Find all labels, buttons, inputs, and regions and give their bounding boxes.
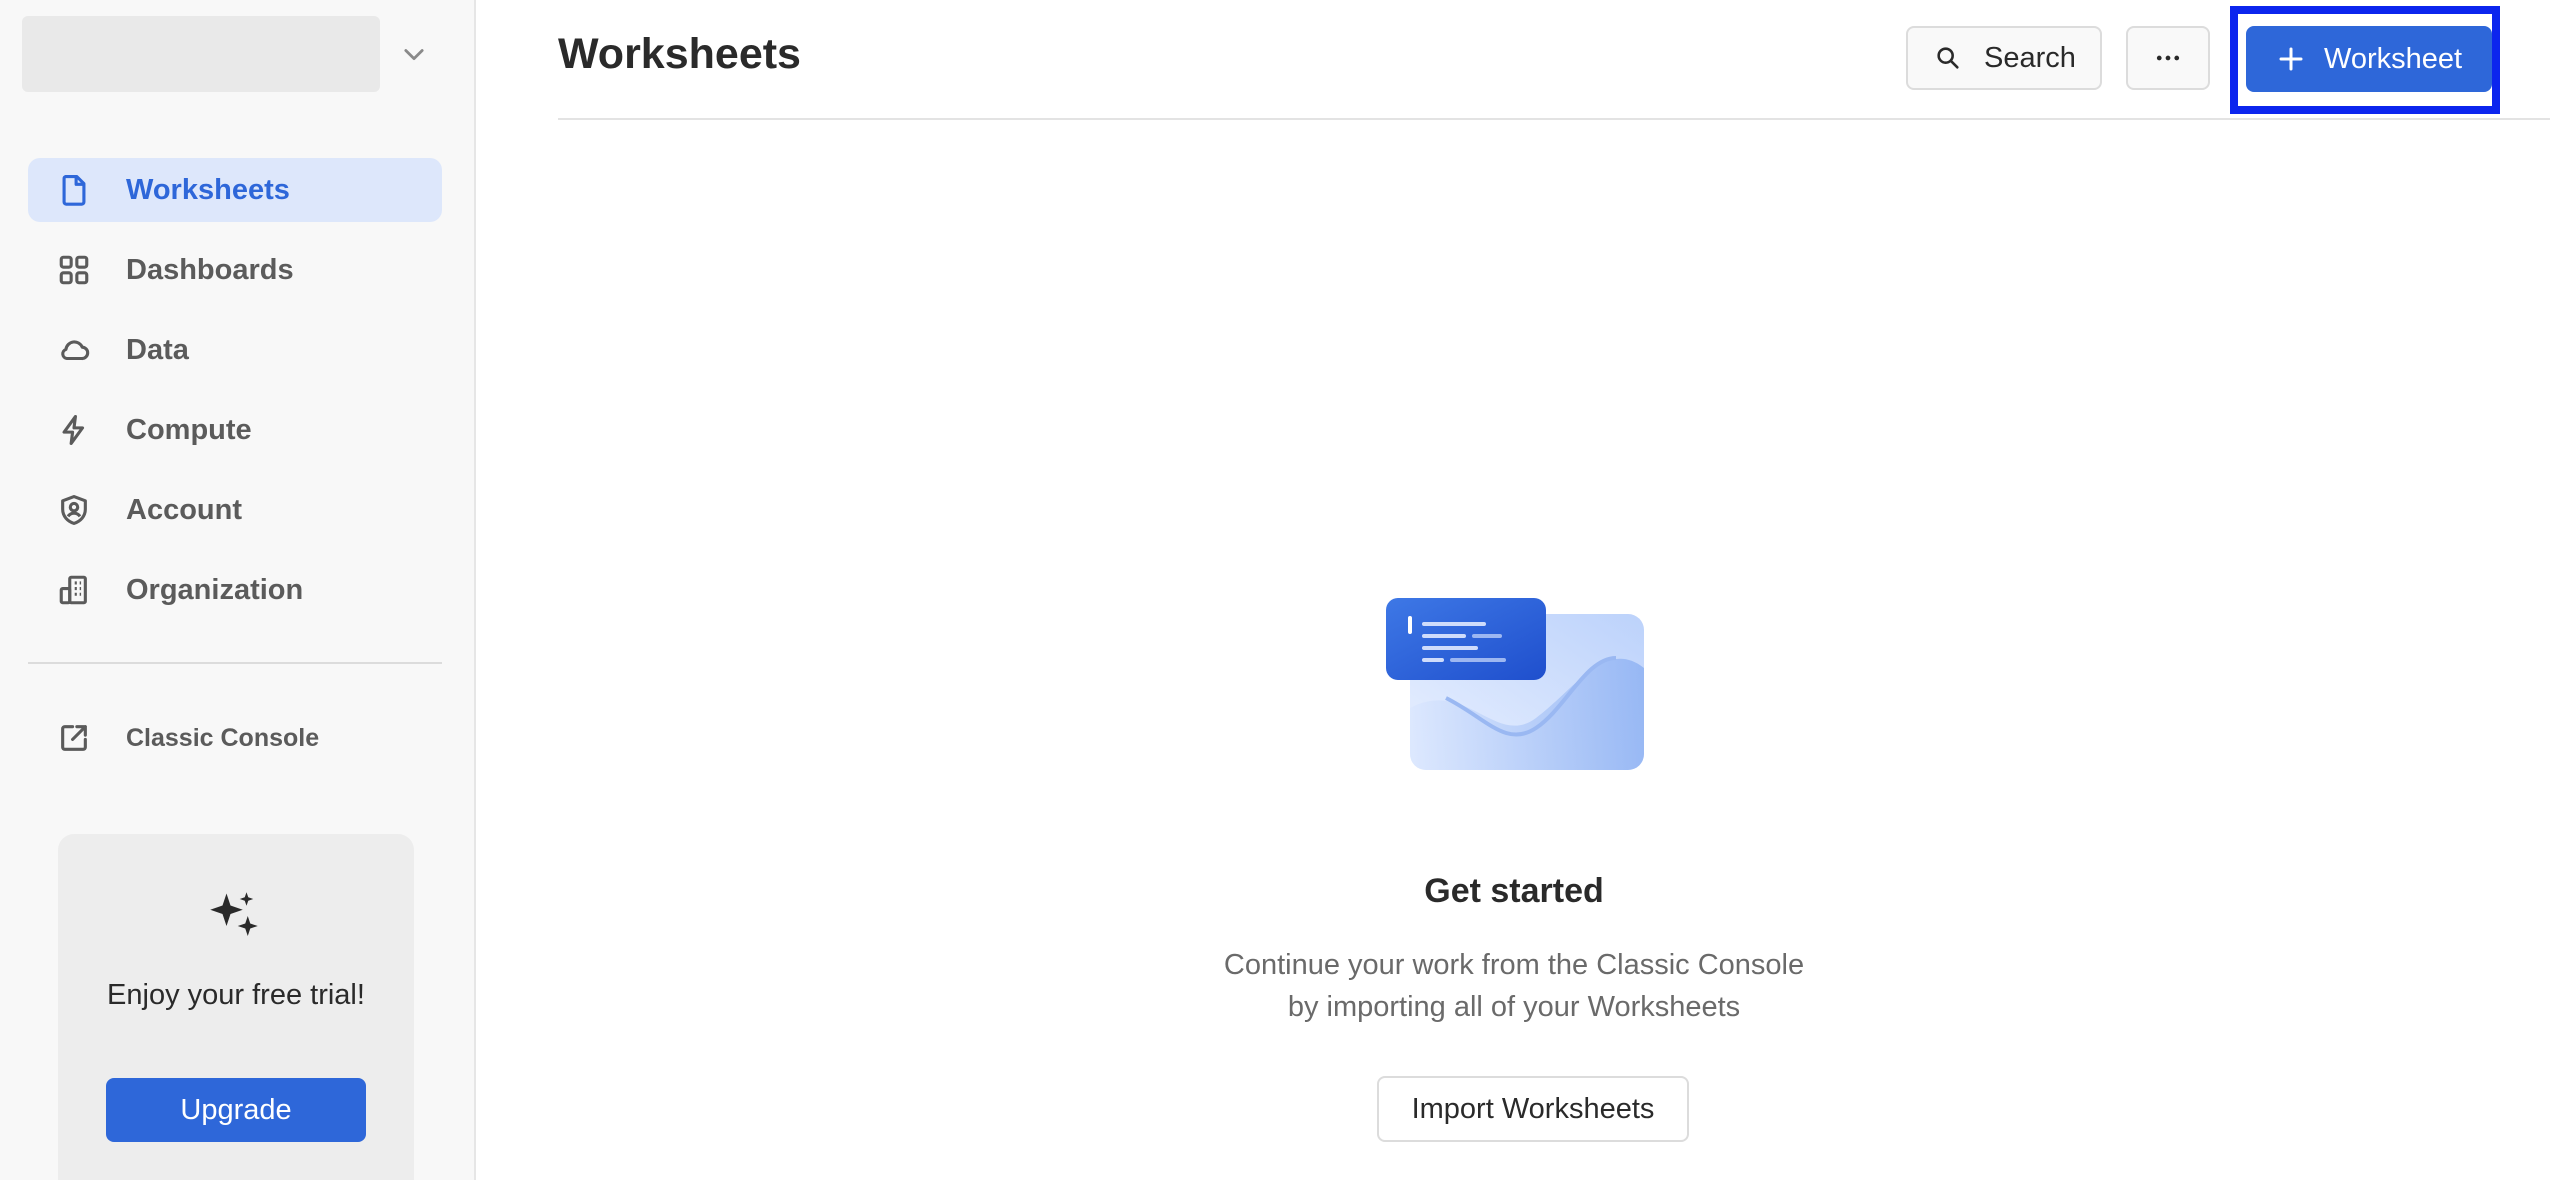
sidebar-item-account[interactable]: Account [28,478,442,542]
new-worksheet-label: Worksheet [2324,42,2463,75]
sidebar-item-label: Dashboards [126,253,294,286]
classic-console-label: Classic Console [126,723,320,752]
trial-text: Enjoy your free trial! [107,979,365,1011]
sidebar-divider [28,662,442,664]
sidebar-item-label: Account [126,493,242,526]
sidebar-item-data[interactable]: Data [28,318,442,382]
plus-icon [2279,47,2303,71]
import-worksheets-button[interactable]: Import Worksheets [1377,1076,1689,1142]
sidebar-item-label: Data [126,333,189,366]
sidebar-nav: Worksheets Dashboards Data Compute Accou… [28,158,442,638]
more-options-button[interactable] [2126,26,2210,90]
cloud-icon [56,332,92,368]
page-title: Worksheets [558,30,801,78]
empty-state-description: Continue your work from the Classic Cons… [1223,949,1805,1023]
sidebar-item-worksheets[interactable]: Worksheets [28,158,442,222]
upgrade-button[interactable]: Upgrade [106,1078,366,1142]
grid-icon [56,252,92,288]
sidebar-item-label: Organization [126,573,304,606]
sidebar-item-compute[interactable]: Compute [28,398,442,462]
document-icon [56,172,92,208]
search-label: Search [1984,41,2076,74]
search-icon [1937,47,1959,69]
classic-console-link[interactable]: Classic Console [28,706,442,770]
trial-card: Enjoy your free trial! Upgrade [58,834,414,1180]
org-name-placeholder [22,16,380,92]
external-link-icon [56,720,92,756]
search-button[interactable]: Search [1906,26,2102,90]
empty-state-title: Get started [1424,872,1604,910]
chevron-down-icon[interactable] [398,38,430,70]
sparkle-icon [204,886,264,946]
shield-user-icon [56,492,92,528]
more-horizontal-icon [2156,55,2180,61]
sidebar-item-label: Compute [126,413,252,446]
sidebar-item-organization[interactable]: Organization [28,558,442,622]
lightning-icon [56,412,92,448]
header-divider [558,118,2550,120]
org-switcher[interactable] [22,16,442,92]
building-icon [56,572,92,608]
app-window: Worksheets Dashboards Data Compute Accou… [0,0,2550,1180]
sidebar-item-label: Worksheets [126,173,290,206]
sidebar-item-dashboards[interactable]: Dashboards [28,238,442,302]
sidebar: Worksheets Dashboards Data Compute Accou… [0,0,476,1180]
empty-state-illustration [1386,598,1646,778]
main-content: Worksheets Search Worksheet Get started … [478,0,2550,1180]
new-worksheet-button[interactable]: Worksheet [2246,26,2492,92]
